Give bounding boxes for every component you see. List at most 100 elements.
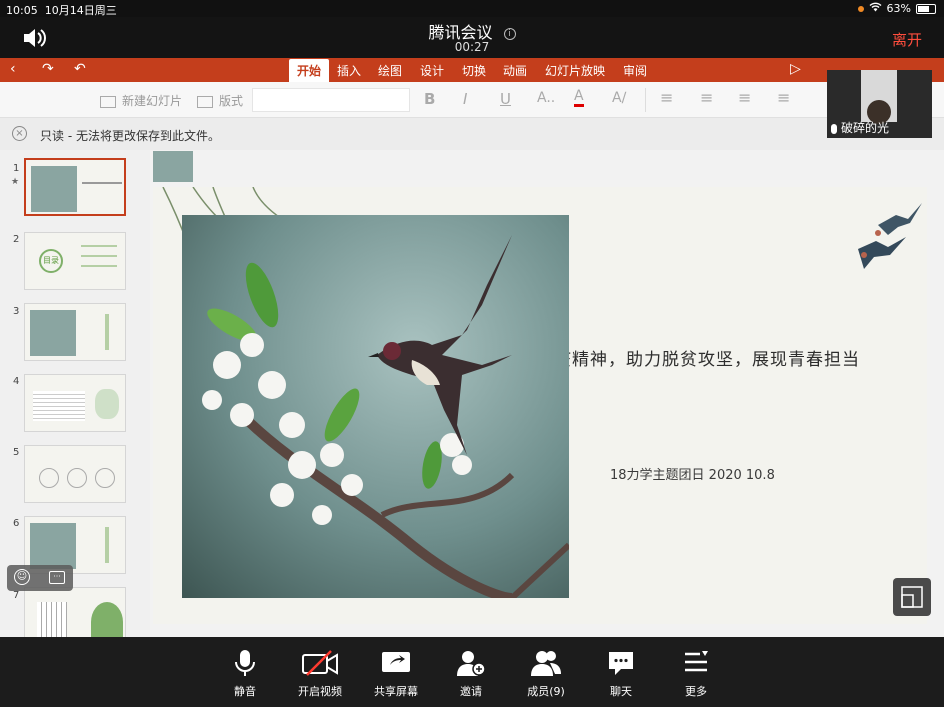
layout-switch-icon xyxy=(901,586,923,608)
members-button[interactable]: 成员(9) xyxy=(511,649,581,699)
share-screen-icon xyxy=(382,652,410,672)
status-time-date: 10:05 10月14日周三 xyxy=(6,4,117,17)
back-icon[interactable]: ‹ xyxy=(10,61,26,77)
slide-thumbnail-pane[interactable]: 1 ★ 2 目录 3 4 5 6 7 xyxy=(0,150,150,637)
thumb-number: 4 xyxy=(13,376,20,387)
thumb-text-line xyxy=(81,255,117,257)
thumb-toc-label: 目录 xyxy=(39,249,63,273)
slide-thumb-3[interactable] xyxy=(24,303,126,361)
battery-percent: 63% xyxy=(886,2,911,15)
thumb-text-line xyxy=(81,265,117,267)
thumb-text-line xyxy=(81,245,117,247)
thumb-text-line xyxy=(105,314,109,350)
microphone-icon xyxy=(235,650,255,676)
thumb-image xyxy=(95,389,119,419)
slide-thumb-preview xyxy=(153,151,193,182)
thumb-number: 6 xyxy=(13,518,20,529)
close-circle-icon[interactable]: × xyxy=(12,126,27,141)
add-person-icon xyxy=(457,651,486,676)
tab-slideshow[interactable]: 幻灯片放映 xyxy=(545,62,605,79)
thumb-image xyxy=(30,310,76,356)
ribbon-tabs: ‹ ↷ ↶ 开始 插入 绘图 设计 切换 动画 幻灯片放映 审阅 ▷ xyxy=(0,58,944,82)
status-bar: 10:05 10月14日周三 63% xyxy=(0,0,944,17)
tab-animations[interactable]: 动画 xyxy=(503,62,527,79)
thumb-text-line xyxy=(82,182,122,184)
thumb-circle xyxy=(39,468,59,488)
leave-button[interactable]: 离开 xyxy=(892,29,922,50)
chat-icon xyxy=(609,652,633,675)
reaction-pill[interactable]: ☺ ··· xyxy=(7,565,73,591)
undo-icon[interactable]: ↶ xyxy=(74,61,90,77)
play-icon[interactable]: ▷ xyxy=(790,61,806,77)
numbered-list-icon[interactable]: ≡ xyxy=(700,88,713,107)
emoji-icon[interactable]: ☺ xyxy=(14,569,30,585)
slide-subline: 18力学主题团日 2020 10.8 xyxy=(610,468,775,483)
thumb-text-block xyxy=(33,391,85,421)
start-video-button[interactable]: 开启视频 xyxy=(285,649,355,699)
thumb-circle xyxy=(67,468,87,488)
thumb-image xyxy=(30,523,76,569)
participant-name: 破碎的光 xyxy=(841,121,890,135)
swallows-illustration xyxy=(858,203,922,269)
thumb-circle xyxy=(95,468,115,488)
more-button[interactable]: 更多 xyxy=(661,649,731,699)
bold-icon[interactable]: B xyxy=(424,90,435,108)
slide-thumb-7[interactable] xyxy=(24,587,126,637)
tab-draw[interactable]: 绘图 xyxy=(378,62,402,79)
indent-icon[interactable]: ≡ xyxy=(738,88,751,107)
underline-icon[interactable]: U xyxy=(500,90,511,108)
layout-icon xyxy=(197,95,213,108)
slide-thumb-4[interactable] xyxy=(24,374,126,432)
tab-home[interactable]: 开始 xyxy=(289,59,330,82)
readonly-notice: × 只读 - 无法将更改保存到此文件。 xyxy=(0,118,944,150)
mic-icon xyxy=(831,123,837,134)
new-slide-button[interactable]: 新建幻灯片 xyxy=(100,92,182,109)
swallow-blossom-illustration xyxy=(202,235,569,598)
thumb-text-line xyxy=(105,527,109,563)
thumb-number: 3 xyxy=(13,306,20,317)
align-icon[interactable]: ≡ xyxy=(777,88,790,107)
thumb-image xyxy=(91,602,123,637)
slide-thumb-2[interactable]: 目录 xyxy=(24,232,126,290)
meeting-timer: 00:27 xyxy=(454,40,490,54)
format-toolbar: 新建幻灯片 版式 B I U A.. A A∕ ≡ ≡ ≡ ≡ xyxy=(0,82,944,118)
thumb-number: 1 xyxy=(13,163,20,174)
thumb-text-block xyxy=(37,602,67,637)
redo-icon[interactable]: ↷ xyxy=(42,61,58,77)
thumb-image xyxy=(31,166,77,212)
meeting-top-bar: 腾讯会议 i 00:27 离开 xyxy=(0,17,944,61)
slide-thumb-5[interactable] xyxy=(24,445,126,503)
more-menu-icon xyxy=(685,651,708,672)
tab-insert[interactable]: 插入 xyxy=(337,62,361,79)
invite-button[interactable]: 邀请 xyxy=(436,649,506,699)
participant-video-tile[interactable]: 破碎的光 xyxy=(827,70,932,138)
font-size-icon[interactable]: A.. xyxy=(537,90,555,106)
star-icon: ★ xyxy=(11,177,20,187)
layout-switch-button[interactable] xyxy=(893,578,931,616)
tab-review[interactable]: 审阅 xyxy=(623,62,647,79)
readonly-text: 只读 - 无法将更改保存到此文件。 xyxy=(40,129,220,143)
meeting-control-bar: 静音 开启视频 共享屏幕 邀请 成员(9) 聊天 更多 xyxy=(0,637,944,707)
camera-off-icon xyxy=(302,650,338,676)
recording-dot xyxy=(857,5,864,12)
chat-button[interactable]: 聊天 xyxy=(586,649,656,699)
font-color-icon[interactable]: A xyxy=(574,88,584,107)
swallow-blossom-photo xyxy=(182,215,569,598)
share-screen-button[interactable]: 共享屏幕 xyxy=(361,649,431,699)
thumb-number: 7 xyxy=(13,590,20,601)
highlight-icon[interactable]: A∕ xyxy=(612,90,626,106)
tab-design[interactable]: 设计 xyxy=(420,62,444,79)
toolbar-divider xyxy=(645,88,646,112)
new-slide-icon xyxy=(100,95,116,108)
slide-thumb-1[interactable] xyxy=(24,158,126,216)
italic-icon[interactable]: I xyxy=(463,90,467,108)
message-icon[interactable]: ··· xyxy=(49,571,65,584)
bullet-list-icon[interactable]: ≡ xyxy=(660,88,673,107)
wifi-icon xyxy=(869,2,882,15)
layout-button[interactable]: 版式 xyxy=(197,92,243,109)
info-icon[interactable]: i xyxy=(503,27,516,40)
mute-button[interactable]: 静音 xyxy=(210,649,280,699)
font-name-field[interactable] xyxy=(252,88,410,112)
battery-icon xyxy=(916,3,936,14)
tab-transitions[interactable]: 切换 xyxy=(462,62,486,79)
